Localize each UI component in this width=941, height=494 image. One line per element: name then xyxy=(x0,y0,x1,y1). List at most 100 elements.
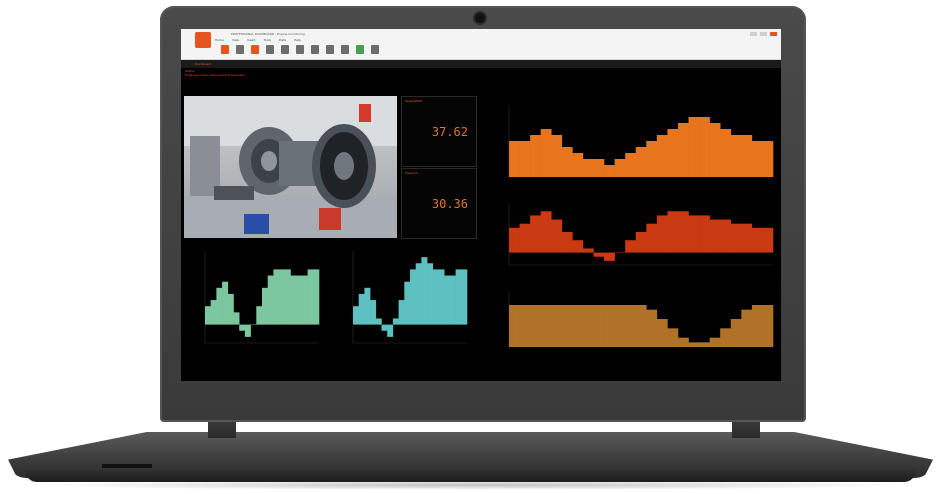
orange-chart-bar xyxy=(593,159,605,177)
orange-chart-bar xyxy=(614,159,626,177)
green-chart-bar xyxy=(210,300,217,325)
panel-icon[interactable] xyxy=(311,45,319,54)
hinge-right xyxy=(732,420,760,438)
green-chart-bar xyxy=(256,306,263,325)
brown-chart-bar xyxy=(646,309,658,347)
window-controls xyxy=(750,32,777,36)
red-chart-bar xyxy=(593,252,605,257)
save-icon[interactable] xyxy=(221,45,229,54)
orange-chart-bar xyxy=(519,141,531,177)
red-chart-bar xyxy=(646,223,658,253)
teal-chart-bar xyxy=(358,293,365,325)
close-icon[interactable] xyxy=(770,32,777,36)
red-chart-bar xyxy=(519,223,531,253)
chart-icon[interactable] xyxy=(251,45,259,54)
open-icon[interactable] xyxy=(236,45,244,54)
red-chart-bar xyxy=(699,215,710,253)
red-chart-bar xyxy=(509,227,520,253)
green-chart-bar xyxy=(250,324,257,326)
green-chart-bar xyxy=(301,275,308,325)
teal-chart-bar xyxy=(427,263,434,325)
orange-chart-bar xyxy=(635,147,647,177)
tab-home[interactable]: Home xyxy=(215,38,224,42)
teal-chart-bar xyxy=(449,275,456,325)
tab-help[interactable]: Help xyxy=(294,38,301,42)
red-chart-bar xyxy=(561,231,573,253)
brown-chart-bar xyxy=(593,305,605,347)
brown-chart-bar xyxy=(635,305,647,347)
brown-chart-bar xyxy=(667,328,679,347)
brown-chart-bar xyxy=(730,319,742,347)
green-chart-bar xyxy=(216,287,223,325)
green-chart-bar xyxy=(296,275,303,325)
red-chart-bar xyxy=(604,252,615,261)
red-chart-bar xyxy=(751,227,763,253)
brown-chart-bar xyxy=(688,342,700,347)
orange-chart-bar xyxy=(551,135,563,177)
speed-panel-value: 37.62 xyxy=(431,125,468,139)
tab-insert[interactable]: Insert xyxy=(247,38,256,42)
minimize-icon[interactable] xyxy=(750,32,757,36)
orange-chart-bar xyxy=(730,135,742,177)
green-chart-bar xyxy=(262,287,268,325)
brown-chart-bar xyxy=(625,305,637,347)
table-icon[interactable] xyxy=(266,45,274,54)
brown-chart-bar xyxy=(582,305,594,347)
tab-tools[interactable]: Tools xyxy=(264,38,271,42)
red-chart-bar xyxy=(730,223,742,253)
red-chart-bar xyxy=(688,215,700,253)
pressure-panel-label: Pressure xyxy=(405,171,418,175)
chart-brown xyxy=(508,291,774,348)
green-chart-bar xyxy=(273,269,280,325)
teal-chart-bar xyxy=(415,263,422,325)
teal-chart-bar xyxy=(444,275,451,325)
orange-chart-bar xyxy=(762,141,774,177)
green-chart-bar xyxy=(205,306,211,325)
brown-chart-bar xyxy=(614,305,626,347)
play-icon[interactable] xyxy=(356,45,364,54)
tab-view[interactable]: View xyxy=(232,38,239,42)
brown-chart-bar xyxy=(561,305,573,347)
teal-chart-bar xyxy=(392,318,399,325)
green-chart-bar xyxy=(239,324,246,331)
red-chart-bar xyxy=(540,211,552,253)
speed-panel-label: Speed/RPM xyxy=(405,99,422,103)
red-chart-bar xyxy=(720,219,732,253)
chart-green xyxy=(204,251,320,344)
brown-chart-bar xyxy=(751,305,763,347)
tab-data[interactable]: Data xyxy=(279,38,286,42)
maximize-icon[interactable] xyxy=(760,32,767,36)
gauge-icon[interactable] xyxy=(281,45,289,54)
chart-red xyxy=(508,203,774,266)
teal-chart-bar xyxy=(387,324,394,337)
brown-chart-bar xyxy=(530,305,541,347)
breadcrumb[interactable]: Dashboard xyxy=(195,62,211,66)
teal-chart-bar xyxy=(432,269,439,325)
red-chart-bar xyxy=(677,211,689,253)
teal-chart-bar xyxy=(410,269,416,325)
green-chart-bar xyxy=(227,293,234,325)
brown-chart-bar xyxy=(519,305,531,347)
orange-chart-bar xyxy=(741,135,753,177)
app-menu-button[interactable] xyxy=(195,32,211,48)
orange-chart-bar xyxy=(572,153,584,177)
teal-chart-bar xyxy=(353,306,359,325)
export-icon[interactable] xyxy=(371,45,379,54)
teal-chart-bar xyxy=(438,269,445,325)
image-icon[interactable] xyxy=(296,45,304,54)
layout-icon[interactable] xyxy=(326,45,334,54)
green-chart-bar xyxy=(244,324,251,337)
dashboard-header: Status Engine process measurement Overvi… xyxy=(185,69,245,77)
grid-icon[interactable] xyxy=(341,45,349,54)
jet-engine-illustration xyxy=(184,96,397,238)
brown-chart-bar xyxy=(741,309,753,347)
green-chart-bar xyxy=(313,269,320,325)
usb-port xyxy=(102,464,152,468)
hinge-left xyxy=(208,420,236,438)
tool-row xyxy=(221,45,379,54)
teal-chart-bar xyxy=(455,269,462,325)
orange-chart-bar xyxy=(677,123,689,177)
red-chart-bar xyxy=(709,219,721,253)
teal-chart-bar xyxy=(404,281,411,325)
brown-chart-bar xyxy=(604,305,615,347)
